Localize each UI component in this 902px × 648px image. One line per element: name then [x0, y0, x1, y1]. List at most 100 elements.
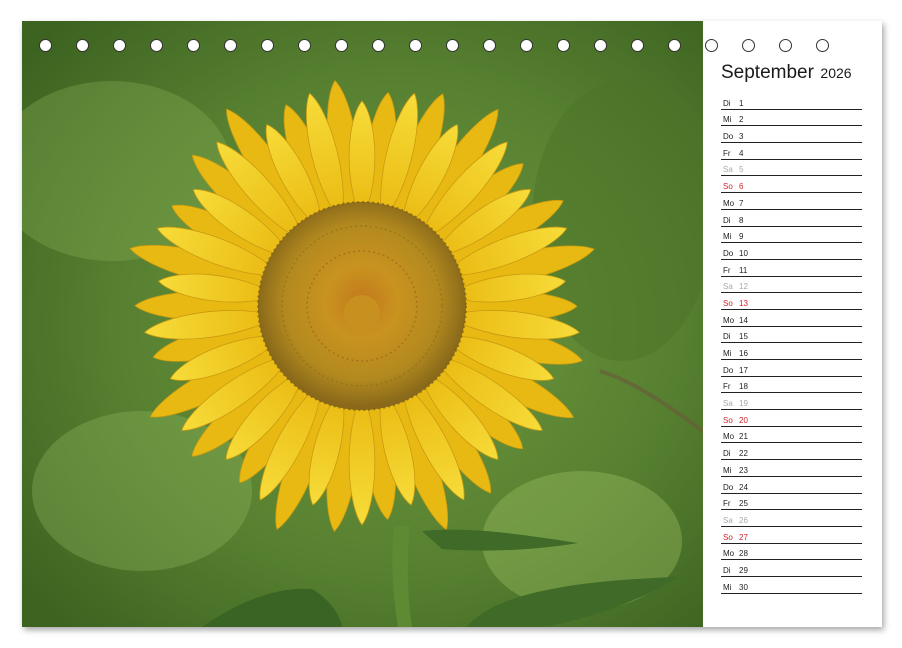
day-number: 26 [739, 515, 748, 525]
day-number: 16 [739, 349, 748, 358]
day-row: Do 10 [721, 243, 862, 260]
weekday-label: Mo [723, 432, 735, 442]
weekday-label: Di [723, 215, 731, 225]
day-list: Di 1 Mi 2 Do 3 Fr 4 Sa 5 So 6 Mo 7 Di 8 Mi 9 Do 10 Fr 11 Sa 12 S… [721, 93, 862, 594]
weekday-label: Di [723, 565, 731, 575]
day-row: Mo 21 [721, 427, 862, 444]
binding-ring [113, 39, 126, 52]
weekday-label: Mo [723, 198, 735, 208]
day-row: Sa 5 [721, 160, 862, 177]
month-title: September 2026 [721, 62, 852, 84]
spiral-binding [22, 39, 882, 57]
day-number: 27 [739, 532, 748, 542]
day-row: So 13 [721, 293, 862, 310]
weekday-label: Fr [723, 265, 731, 275]
binding-ring [409, 39, 422, 52]
binding-ring [557, 39, 570, 52]
sunflower-photo [22, 21, 703, 627]
day-number: 11 [739, 265, 748, 275]
weekday-label: Di [723, 449, 731, 459]
day-row: Mi 16 [721, 343, 862, 360]
calendar-page: September 2026 Di 1 Mi 2 Do 3 Fr 4 Sa 5 So 6 Mo 7 Di 8 M… [22, 21, 882, 627]
weekday-label: Di [723, 98, 731, 108]
weekday-label: Sa [723, 515, 733, 525]
binding-ring [520, 39, 533, 52]
binding-ring [76, 39, 89, 52]
weekday-label: So [723, 298, 733, 308]
binding-ring [261, 39, 274, 52]
day-number: 19 [739, 399, 748, 409]
day-row: Di 8 [721, 210, 862, 227]
day-row: So 20 [721, 410, 862, 427]
weekday-label: Fr [723, 499, 731, 509]
weekday-label: Fr [723, 148, 731, 158]
day-number: 22 [739, 449, 748, 459]
weekday-label: Sa [723, 282, 733, 292]
weekday-label: Mi [723, 465, 732, 475]
day-row: So 27 [721, 527, 862, 544]
day-number: 28 [739, 549, 748, 559]
weekday-label: Fr [723, 382, 731, 392]
day-row: Mi 2 [721, 110, 862, 127]
day-row: Do 3 [721, 126, 862, 144]
binding-ring [39, 39, 52, 52]
weekday-label: Mi [723, 232, 732, 242]
day-row: Di 15 [721, 327, 862, 344]
day-row: Fr 18 [721, 377, 862, 394]
weekday-label: Do [723, 132, 734, 142]
day-number: 17 [739, 365, 748, 375]
weekday-label: So [723, 415, 733, 425]
day-number: 9 [739, 232, 744, 242]
day-number: 7 [739, 198, 744, 208]
day-row: Do 24 [721, 477, 862, 494]
day-number: 21 [739, 432, 748, 442]
day-row: Fr 4 [721, 143, 862, 160]
day-number: 24 [739, 482, 748, 492]
weekday-label: Mo [723, 549, 735, 559]
year-label: 2026 [820, 65, 852, 81]
day-number: 30 [739, 582, 748, 592]
binding-ring [446, 39, 459, 52]
weekday-label: Do [723, 365, 734, 375]
day-row: Sa 19 [721, 393, 862, 411]
day-number: 3 [739, 132, 744, 142]
weekday-label: Sa [723, 399, 733, 409]
binding-ring [335, 39, 348, 52]
day-row: Mo 14 [721, 310, 862, 327]
day-row: Mi 23 [721, 460, 862, 477]
day-number: 6 [739, 182, 744, 192]
day-number: 13 [739, 298, 748, 308]
day-row: Fr 11 [721, 260, 862, 277]
binding-ring [668, 39, 681, 52]
calendar-panel: September 2026 Di 1 Mi 2 Do 3 Fr 4 Sa 5 So 6 Mo 7 Di 8 M… [703, 21, 882, 627]
binding-ring [298, 39, 311, 52]
day-row: Do 17 [721, 360, 862, 377]
day-number: 12 [739, 282, 748, 292]
day-number: 5 [739, 165, 744, 175]
day-row: Di 22 [721, 443, 862, 461]
day-row: Sa 12 [721, 277, 862, 294]
day-row: So 6 [721, 176, 862, 194]
binding-ring [779, 39, 792, 52]
binding-ring [483, 39, 496, 52]
day-number: 15 [739, 332, 748, 342]
binding-ring [631, 39, 644, 52]
day-number: 25 [739, 499, 748, 509]
day-number: 2 [739, 115, 744, 125]
day-number: 20 [739, 415, 748, 425]
day-number: 18 [739, 382, 748, 392]
day-row: Mi 9 [721, 227, 862, 244]
day-row: Mo 7 [721, 193, 862, 210]
day-number: 14 [739, 315, 748, 325]
day-number: 4 [739, 148, 744, 158]
weekday-label: Do [723, 482, 734, 492]
day-number: 29 [739, 565, 748, 575]
binding-ring [816, 39, 829, 52]
binding-ring [742, 39, 755, 52]
binding-ring [187, 39, 200, 52]
month-name: September [721, 62, 814, 83]
weekday-label: So [723, 532, 733, 542]
day-row: Mo 28 [721, 544, 862, 561]
day-number: 1 [739, 98, 744, 108]
day-row: Fr 25 [721, 494, 862, 511]
